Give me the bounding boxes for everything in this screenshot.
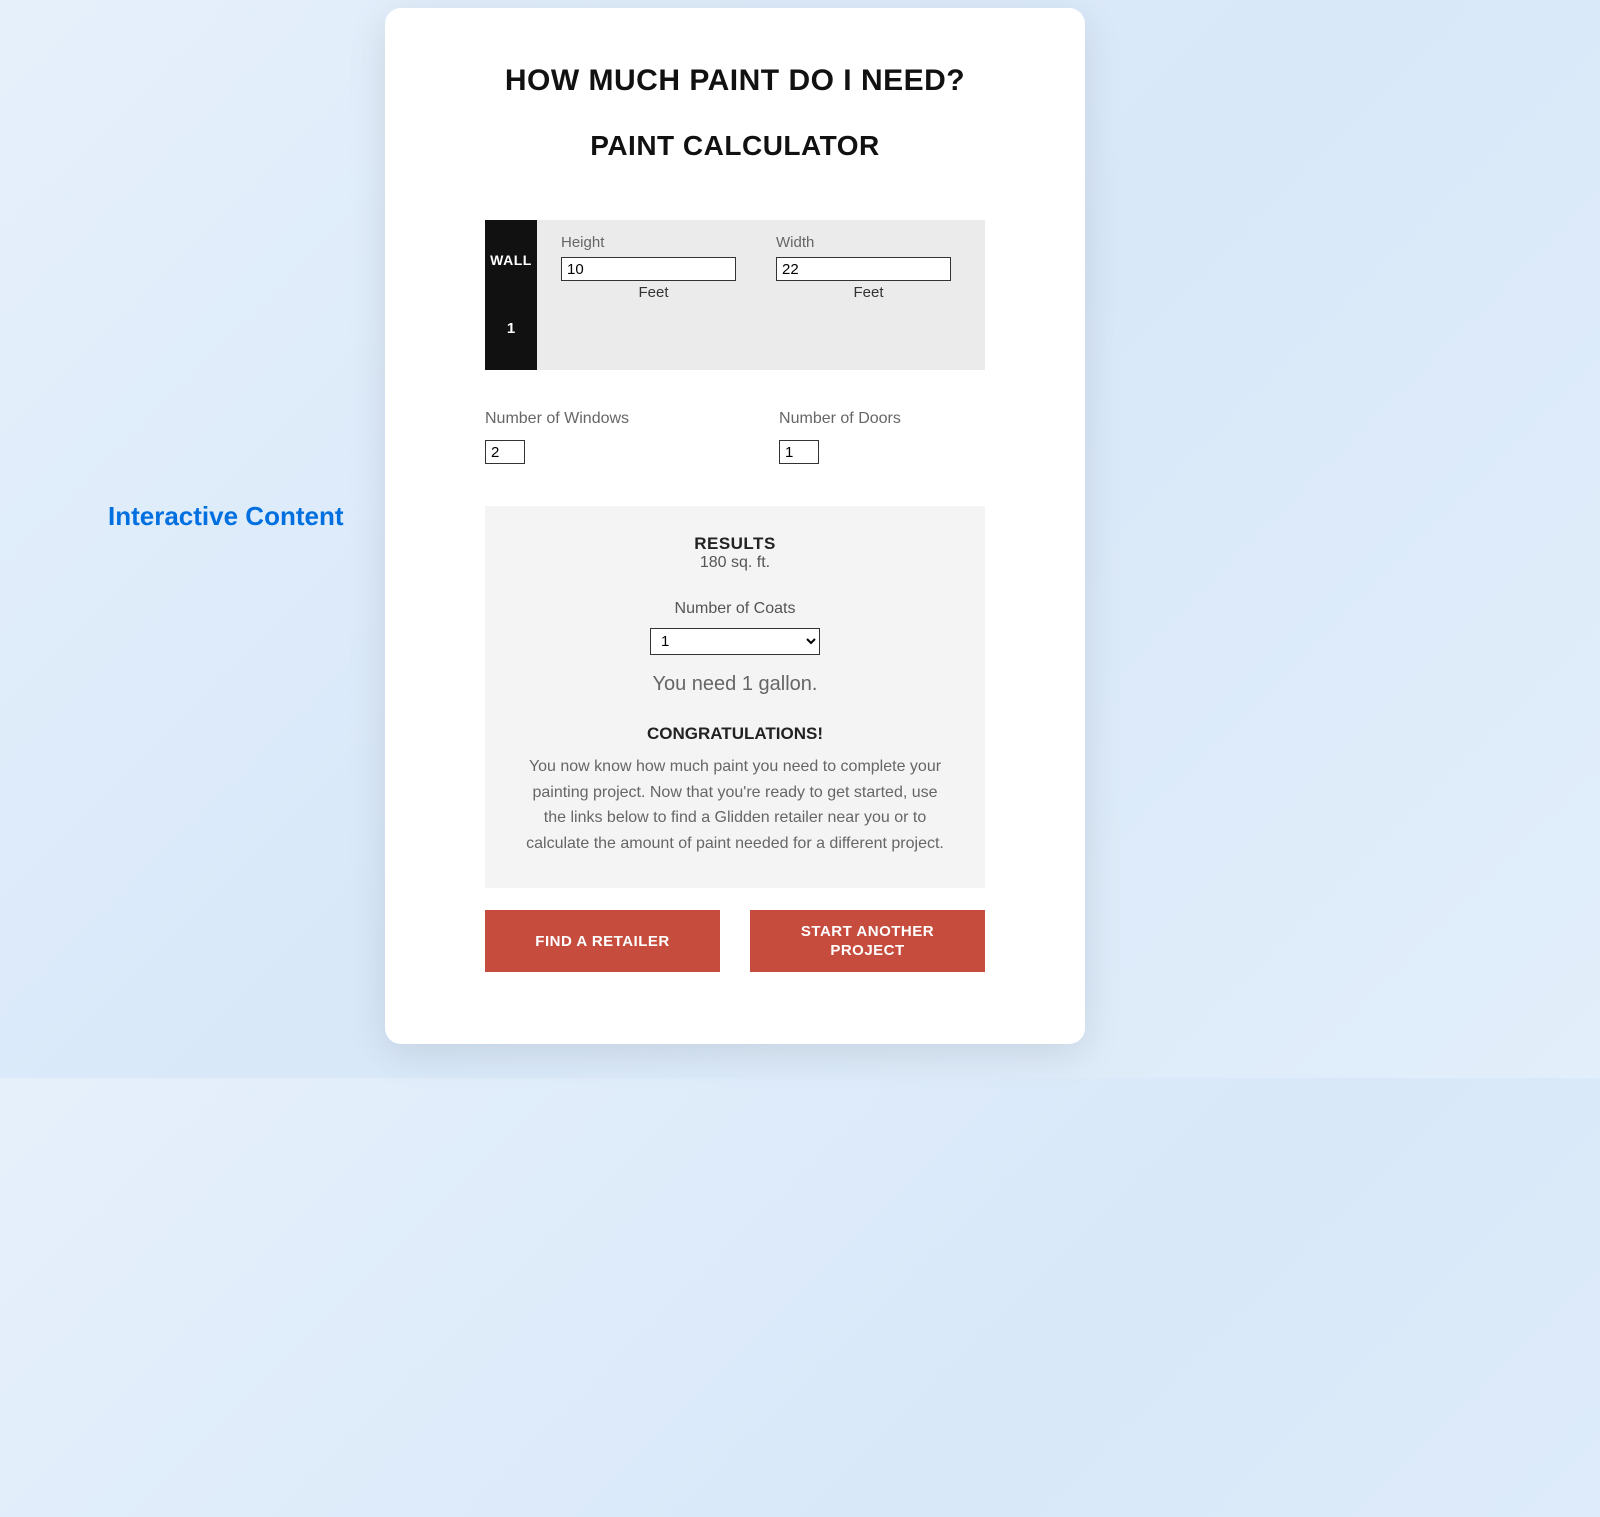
doors-group: Number of Doors [779, 410, 901, 464]
wall-tab[interactable]: WALL 1 [485, 220, 537, 370]
windows-label: Number of Windows [485, 410, 629, 428]
wall-inputs: Height Feet Width Feet [537, 220, 985, 370]
doors-label: Number of Doors [779, 410, 901, 428]
width-unit: Feet [776, 284, 961, 301]
wall-tab-label: WALL [490, 252, 532, 268]
main-heading: HOW MUCH PAINT DO I NEED? [485, 64, 985, 98]
width-group: Width Feet [776, 234, 961, 350]
counts-row: Number of Windows Number of Doors [485, 410, 985, 464]
find-retailer-button[interactable]: FIND A RETAILER [485, 910, 720, 972]
wall-row: WALL 1 Height Feet Width Feet [485, 220, 985, 370]
sidebar-label: Interactive Content [108, 500, 344, 533]
results-box: RESULTS 180 sq. ft. Number of Coats 1 Yo… [485, 506, 985, 888]
height-input[interactable] [561, 257, 736, 281]
height-group: Height Feet [561, 234, 746, 350]
congrats-text: You now know how much paint you need to … [509, 754, 961, 856]
coats-label: Number of Coats [509, 600, 961, 618]
width-label: Width [776, 234, 961, 251]
coats-select[interactable]: 1 [650, 628, 820, 655]
doors-input[interactable] [779, 440, 819, 464]
congrats-title: CONGRATULATIONS! [509, 724, 961, 744]
results-sqft: 180 sq. ft. [509, 554, 961, 572]
buttons-row: FIND A RETAILER START ANOTHER PROJECT [485, 910, 985, 972]
windows-group: Number of Windows [485, 410, 629, 464]
height-unit: Feet [561, 284, 746, 301]
height-label: Height [561, 234, 746, 251]
wall-tab-number: 1 [507, 320, 515, 337]
windows-input[interactable] [485, 440, 525, 464]
calculator-card: HOW MUCH PAINT DO I NEED? PAINT CALCULAT… [385, 8, 1085, 1044]
gallons-text: You need 1 gallon. [509, 673, 961, 696]
sub-heading: PAINT CALCULATOR [485, 130, 985, 162]
results-title: RESULTS [509, 534, 961, 554]
start-another-button[interactable]: START ANOTHER PROJECT [750, 910, 985, 972]
width-input[interactable] [776, 257, 951, 281]
